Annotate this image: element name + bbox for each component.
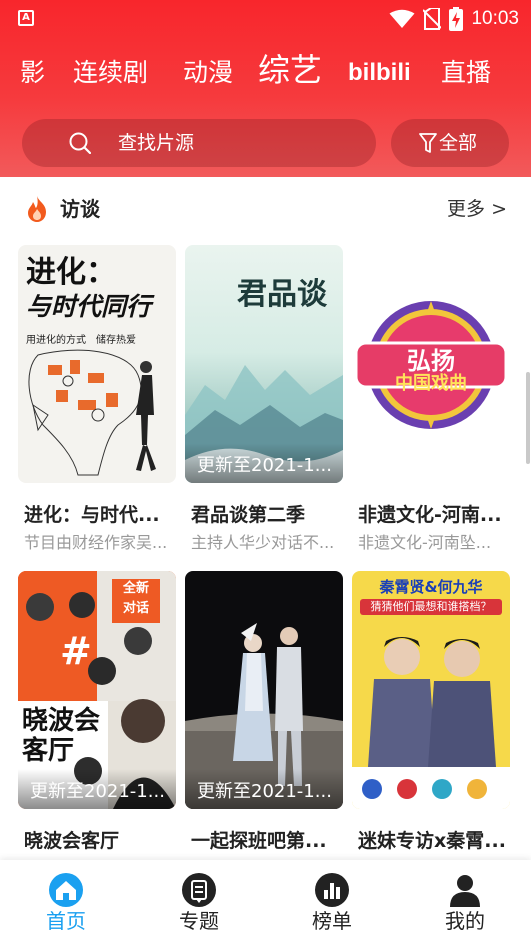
status-icons: 10:03 [389, 6, 519, 32]
poster-heading: 弘扬 [407, 347, 455, 375]
nav-rankings[interactable]: 榜单 [282, 860, 382, 944]
search-placeholder: 查找片源 [118, 132, 195, 154]
nav-profile[interactable]: 我的 [415, 860, 515, 944]
user-icon [450, 875, 480, 907]
tab-series[interactable]: 连续剧 [73, 56, 148, 90]
filter-button[interactable]: 全部 [391, 119, 509, 167]
battery-charging-icon [449, 7, 464, 31]
section-header: 访谈 更多 > [0, 187, 531, 231]
poster-image: 君品谈 更新至2021-1... [185, 245, 343, 483]
video-description: 节目由财经作家吴... [24, 533, 168, 552]
poster-image: 秦霄贤&何九华 猜猜他们最想和谁搭档？ [352, 571, 510, 809]
notification-icon: A [18, 10, 34, 26]
tab-movie[interactable]: 影 [20, 56, 45, 90]
clock: 10:03 [471, 8, 519, 29]
video-title: 非遗文化-河南... [358, 504, 502, 526]
poster-heading: 进化： [26, 255, 116, 290]
search-icon [69, 132, 91, 154]
filter-label: 全部 [439, 132, 478, 154]
more-link[interactable]: 更多 > [447, 195, 507, 223]
poster-heading-2: 中国戏曲 [395, 373, 467, 394]
nav-label: 首页 [46, 909, 86, 933]
nav-label: 榜单 [312, 909, 352, 933]
poster-image: 进化： 与时代同行 用进化的方式 储存热爱 [18, 245, 176, 483]
app-screen: A 10:03 影 连续剧 动漫 综艺 bilbili 直播 查找片源 全部 访… [0, 0, 531, 944]
update-status: 更新至2021-1... [30, 781, 165, 802]
header: A 10:03 影 连续剧 动漫 综艺 bilbili 直播 查找片源 全部 [0, 0, 531, 177]
poster-heading-2: 与时代同行 [26, 292, 152, 321]
section-title: 访谈 [60, 197, 100, 221]
nav-home[interactable]: 首页 [16, 860, 116, 944]
tab-bilibili[interactable]: bilbili [348, 56, 411, 90]
poster-heading: 晓波会客厅 [22, 706, 101, 766]
poster-art [28, 349, 156, 476]
poster-art [352, 637, 510, 809]
filter-icon [419, 133, 437, 153]
tab-live[interactable]: 直播 [441, 56, 491, 90]
video-description: 非遗文化-河南坠... [358, 533, 492, 552]
poster-logo: 君品谈 [237, 277, 327, 312]
category-tabs: 影 连续剧 动漫 综艺 bilbili 直播 [0, 46, 531, 100]
chart-icon [315, 873, 349, 907]
video-title: 晓波会客厅 [24, 830, 120, 852]
tab-variety[interactable]: 综艺 [258, 50, 322, 90]
nav-topics[interactable]: 专题 [149, 860, 249, 944]
status-bar: A 10:03 [0, 0, 531, 38]
video-title: 迷妹专访x秦霄... [358, 830, 506, 852]
search-input[interactable]: 查找片源 [22, 119, 376, 167]
topic-icon [182, 873, 216, 907]
poster-image: 更新至2021-1... [185, 571, 343, 809]
update-status: 更新至2021-1... [197, 455, 332, 476]
nav-label: 我的 [445, 909, 485, 933]
video-title: 一起探班吧第... [191, 830, 327, 852]
poster-image: 弘扬 中国戏曲 [352, 245, 510, 483]
scrollbar[interactable] [526, 372, 530, 464]
poster-image: 全新 对话 # 晓波会客厅 更新至2021-1... [18, 571, 176, 809]
tab-anime[interactable]: 动漫 [183, 56, 233, 90]
update-status: 更新至2021-1... [197, 781, 332, 802]
video-title: 进化：与时代... [24, 504, 160, 526]
poster-heading: 秦霄贤&何九华 [379, 578, 483, 596]
home-icon [49, 873, 83, 907]
poster-subheading: 猜猜他们最想和谁搭档？ [360, 599, 502, 615]
poster-caption: 用进化的方式 储存热爱 [26, 335, 136, 346]
video-description: 主持人华少对话不... [191, 533, 335, 552]
no-sim-icon [423, 8, 442, 30]
bottom-navigation: 首页 专题 榜单 我的 [0, 860, 531, 944]
fire-icon [28, 196, 46, 222]
wifi-icon [389, 9, 415, 28]
video-title: 君品谈第二季 [191, 504, 306, 526]
nav-label: 专题 [179, 909, 219, 933]
